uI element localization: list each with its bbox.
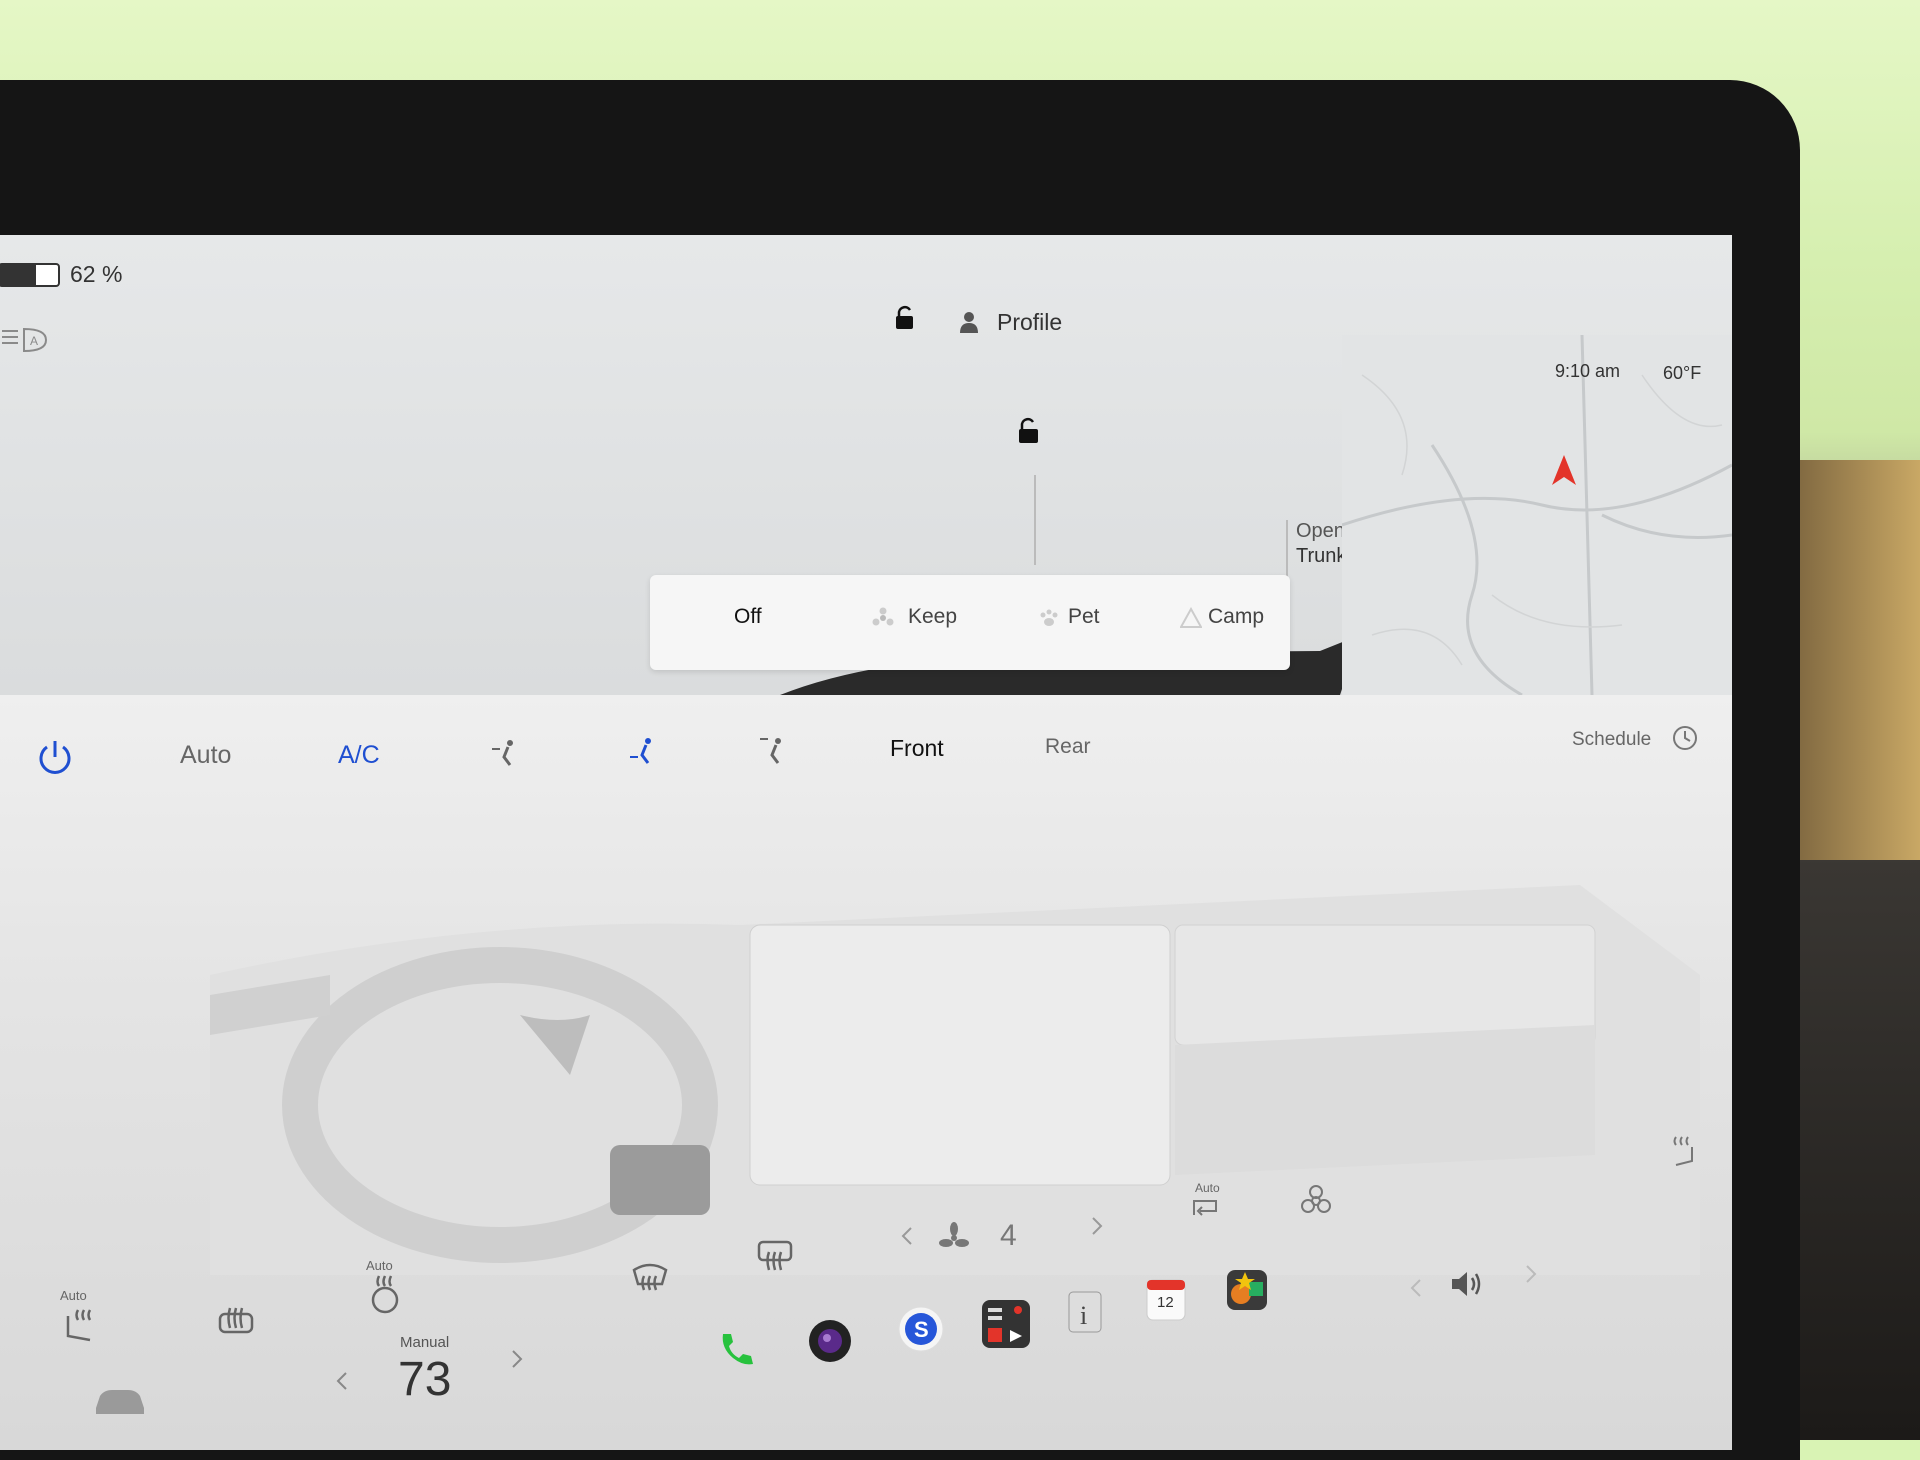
battery-indicator bbox=[0, 263, 60, 287]
recirculate-icon[interactable] bbox=[1190, 1195, 1220, 1226]
outside-temperature: 60°F bbox=[1663, 363, 1702, 383]
map-roads bbox=[1342, 335, 1732, 695]
car-icon[interactable] bbox=[90, 1380, 150, 1425]
rear-window-defrost-icon[interactable] bbox=[755, 1238, 795, 1279]
temp-mode-label: Manual bbox=[400, 1334, 450, 1351]
paw-icon bbox=[1038, 607, 1060, 634]
tent-icon bbox=[1179, 606, 1203, 634]
airflow-windshield-icon[interactable] bbox=[758, 735, 790, 772]
ac-button[interactable]: A/C bbox=[338, 741, 380, 770]
climate-keeper-keep[interactable]: Keep bbox=[908, 605, 957, 629]
profile-label[interactable]: Profile bbox=[997, 309, 1062, 336]
phone-icon[interactable] bbox=[715, 1328, 759, 1377]
climate-keeper-camp[interactable]: Camp bbox=[1208, 605, 1264, 629]
fan-icon-small bbox=[872, 607, 894, 634]
open-trunk-line2[interactable]: Trunk bbox=[1296, 545, 1346, 568]
volume-decrease-icon[interactable] bbox=[1410, 1278, 1422, 1303]
bottom-app-bar: Auto Auto Manual 73 S i 12 bbox=[0, 1240, 1732, 1450]
rear-defrost-icon[interactable] bbox=[216, 1304, 256, 1345]
passenger-seat-heater-icon[interactable] bbox=[1670, 1135, 1700, 1174]
manual-info-icon[interactable]: i bbox=[1065, 1290, 1105, 1341]
frunk-leader-line bbox=[1034, 475, 1036, 565]
headlight-auto-icon[interactable]: A bbox=[0, 325, 50, 360]
fan-speed-decrease-icon[interactable] bbox=[900, 1225, 914, 1252]
temp-decrease-icon[interactable] bbox=[335, 1370, 349, 1397]
svg-text:i: i bbox=[1080, 1301, 1087, 1330]
volume-icon[interactable] bbox=[1450, 1268, 1486, 1305]
climate-keeper-pet[interactable]: Pet bbox=[1068, 605, 1100, 629]
rear-tab[interactable]: Rear bbox=[1045, 735, 1091, 759]
steering-wheel-heater-icon[interactable] bbox=[365, 1274, 405, 1319]
cabin-temperature[interactable]: 73 bbox=[398, 1352, 451, 1407]
open-trunk-line1[interactable]: Open bbox=[1296, 520, 1345, 543]
fan-icon bbox=[938, 1222, 970, 1259]
wheel-auto-label: Auto bbox=[366, 1258, 393, 1273]
calendar-day: 12 bbox=[1157, 1294, 1174, 1311]
auto-button[interactable]: Auto bbox=[180, 741, 231, 770]
front-tab[interactable]: Front bbox=[890, 735, 944, 762]
airflow-face-icon[interactable] bbox=[490, 737, 522, 774]
svg-text:A: A bbox=[30, 334, 38, 348]
map-preview[interactable] bbox=[1342, 335, 1732, 695]
front-defrost-icon[interactable] bbox=[630, 1256, 670, 1297]
media-app-icon[interactable] bbox=[980, 1298, 1032, 1355]
toybox-icon[interactable] bbox=[1225, 1268, 1269, 1317]
driver-seat-heater-icon[interactable] bbox=[60, 1306, 100, 1351]
schedule-button[interactable]: Schedule bbox=[1572, 729, 1651, 751]
clock-time: 9:10 am bbox=[1555, 361, 1621, 381]
climate-keeper-selector[interactable]: Off Keep Pet Camp bbox=[650, 575, 1290, 670]
lock-icon[interactable] bbox=[893, 305, 917, 336]
car-status-panel: 62 % A Profile Open Trunk Off Keep Pet C… bbox=[0, 235, 1732, 695]
fan-speed-increase-icon[interactable] bbox=[1090, 1215, 1104, 1242]
volume-increase-icon[interactable] bbox=[1525, 1264, 1537, 1289]
recirc-auto-label: Auto bbox=[1195, 1181, 1220, 1195]
screen-bezel: 62 % A Profile Open Trunk Off Keep Pet C… bbox=[0, 80, 1800, 1460]
touchscreen: 62 % A Profile Open Trunk Off Keep Pet C… bbox=[0, 235, 1732, 1450]
calendar-icon[interactable]: 12 bbox=[1145, 1278, 1187, 1327]
svg-text:S: S bbox=[914, 1317, 929, 1342]
profile-icon[interactable] bbox=[958, 310, 980, 339]
fan-speed-value: 4 bbox=[1000, 1219, 1017, 1252]
seat-auto-label: Auto bbox=[60, 1288, 87, 1303]
frunk-unlock-icon[interactable] bbox=[1016, 415, 1042, 450]
climate-keeper-off[interactable]: Off bbox=[734, 605, 762, 629]
temp-increase-icon[interactable] bbox=[510, 1348, 524, 1375]
battery-fill bbox=[0, 265, 36, 285]
battery-percent: 62 % bbox=[70, 261, 123, 287]
airflow-feet-icon[interactable] bbox=[628, 735, 660, 772]
bioweapon-defense-icon[interactable] bbox=[1300, 1185, 1332, 1222]
clock-icon[interactable] bbox=[1672, 725, 1698, 756]
camera-icon[interactable] bbox=[807, 1318, 853, 1369]
spotify-like-app-icon[interactable]: S bbox=[898, 1306, 944, 1357]
